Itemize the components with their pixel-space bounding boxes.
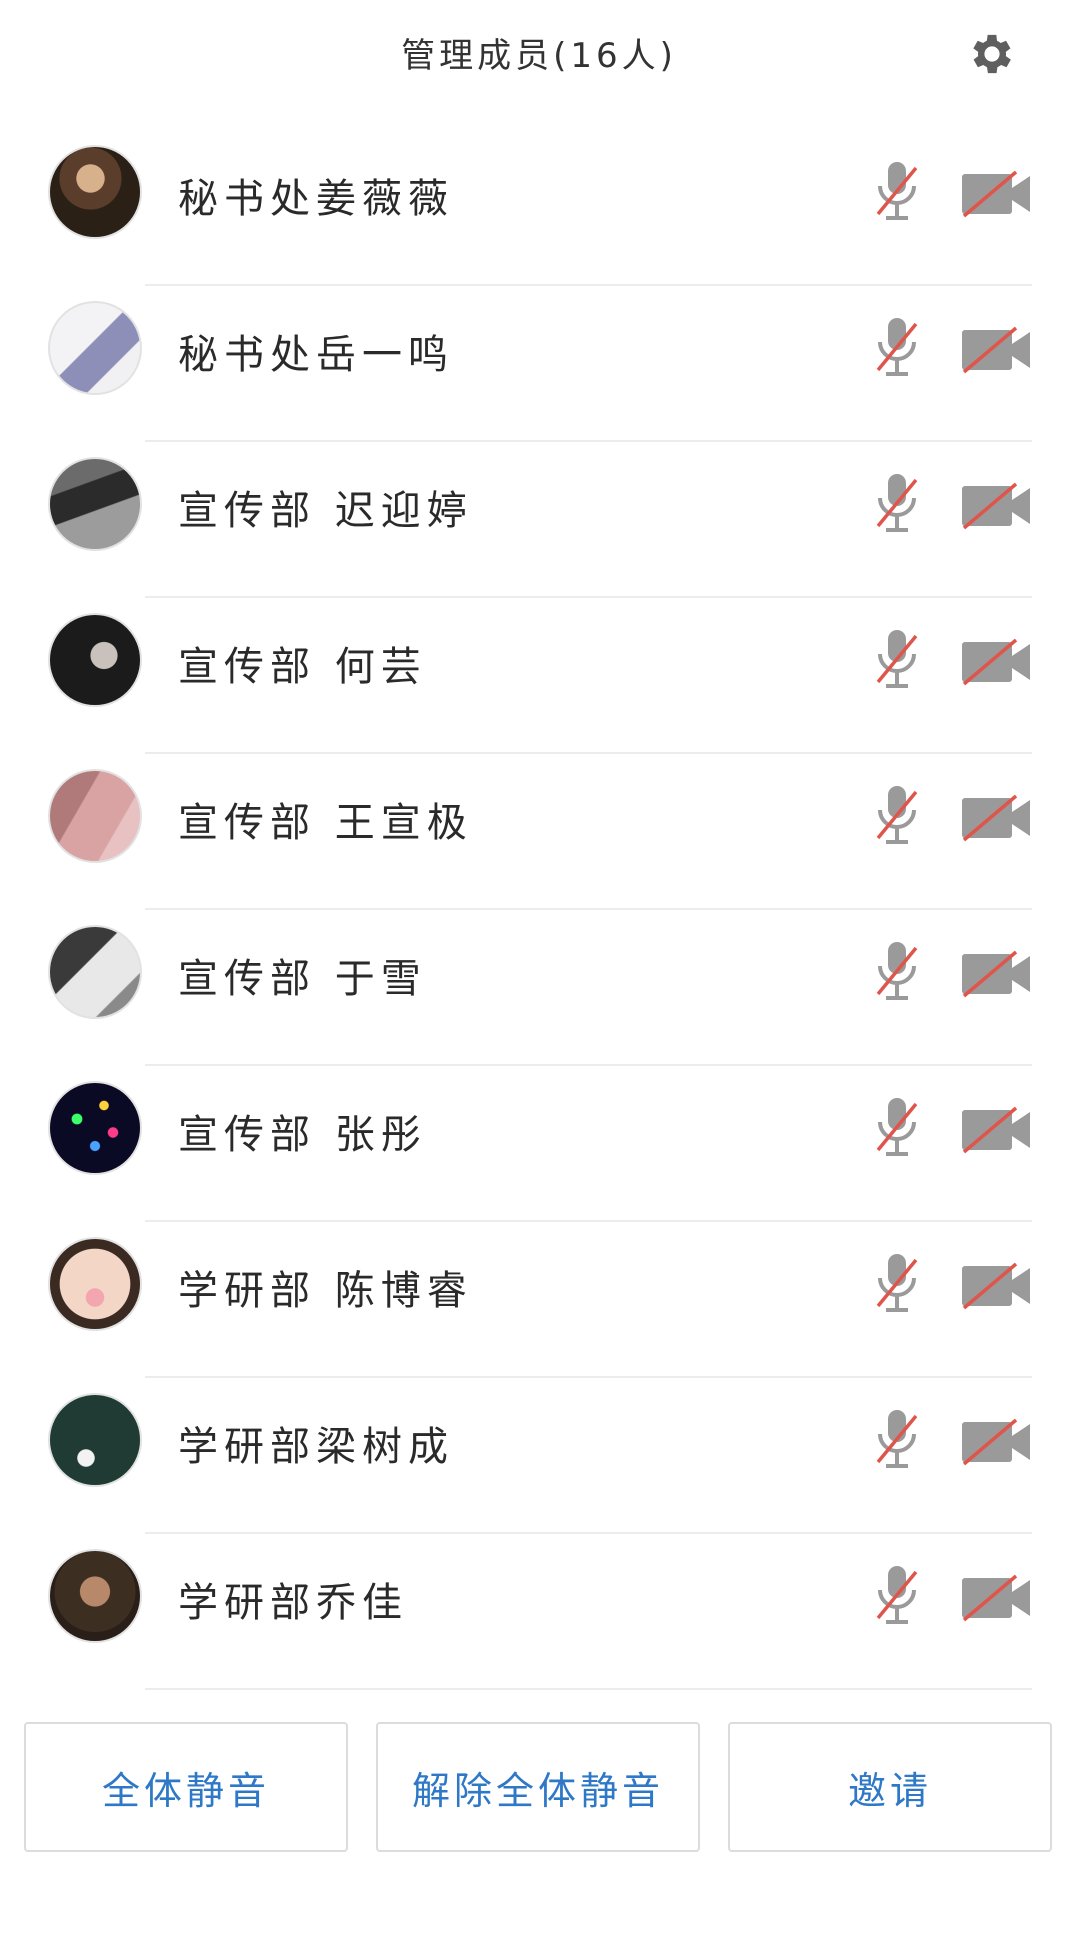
- avatar[interactable]: [48, 1393, 142, 1487]
- member-row[interactable]: 宣传部 于雪: [0, 910, 1078, 1066]
- camera-off-icon[interactable]: [960, 794, 1032, 842]
- mic-muted-icon[interactable]: [872, 1094, 922, 1160]
- mic-muted-icon[interactable]: [872, 782, 922, 848]
- member-name: 宣传部 于雪: [178, 956, 427, 1002]
- camera-off-icon[interactable]: [960, 170, 1032, 218]
- member-name: 秘书处姜薇薇: [178, 176, 454, 222]
- member-row[interactable]: 秘书处姜薇薇: [0, 130, 1078, 286]
- camera-off-icon[interactable]: [960, 326, 1032, 374]
- member-list: 秘书处姜薇薇 秘书处岳一鸣 宣传部 迟迎婷 宣传部 何芸 宣传部 王宣极 宣传部…: [0, 130, 1078, 1690]
- camera-off-icon[interactable]: [960, 1574, 1032, 1622]
- mic-muted-icon[interactable]: [872, 314, 922, 380]
- camera-off-icon[interactable]: [960, 950, 1032, 998]
- avatar[interactable]: [48, 301, 142, 395]
- avatar[interactable]: [48, 145, 142, 239]
- mic-muted-icon[interactable]: [872, 470, 922, 536]
- camera-off-icon[interactable]: [960, 1262, 1032, 1310]
- mute-all-button[interactable]: 全体静音: [24, 1722, 348, 1852]
- mic-muted-icon[interactable]: [872, 1250, 922, 1316]
- member-name: 学研部 陈博睿: [178, 1268, 473, 1314]
- camera-off-icon[interactable]: [960, 1106, 1032, 1154]
- member-row[interactable]: 学研部乔佳: [0, 1534, 1078, 1690]
- member-name: 学研部梁树成: [178, 1424, 454, 1470]
- camera-off-icon[interactable]: [960, 1418, 1032, 1466]
- avatar[interactable]: [48, 1549, 142, 1643]
- camera-off-icon[interactable]: [960, 638, 1032, 686]
- member-name: 学研部乔佳: [178, 1580, 408, 1626]
- member-row[interactable]: 秘书处岳一鸣: [0, 286, 1078, 442]
- member-name: 宣传部 王宣极: [178, 800, 473, 846]
- action-bar: 全体静音 解除全体静音 邀请: [24, 1722, 1058, 1854]
- member-row[interactable]: 宣传部 何芸: [0, 598, 1078, 754]
- member-name: 宣传部 迟迎婷: [178, 488, 473, 534]
- member-row[interactable]: 学研部梁树成: [0, 1378, 1078, 1534]
- mic-muted-icon[interactable]: [872, 1562, 922, 1628]
- member-row[interactable]: 宣传部 王宣极: [0, 754, 1078, 910]
- camera-off-icon[interactable]: [960, 482, 1032, 530]
- page-title: 管理成员(16人): [401, 36, 677, 76]
- mic-muted-icon[interactable]: [872, 158, 922, 224]
- mic-muted-icon[interactable]: [872, 1406, 922, 1472]
- member-row[interactable]: 学研部 陈博睿: [0, 1222, 1078, 1378]
- member-row[interactable]: 宣传部 张彤: [0, 1066, 1078, 1222]
- member-row[interactable]: 宣传部 迟迎婷: [0, 442, 1078, 598]
- avatar[interactable]: [48, 925, 142, 1019]
- divider: [145, 1688, 1032, 1690]
- avatar[interactable]: [48, 457, 142, 551]
- avatar[interactable]: [48, 1237, 142, 1331]
- avatar[interactable]: [48, 769, 142, 863]
- avatar[interactable]: [48, 1081, 142, 1175]
- gear-icon[interactable]: [966, 28, 1018, 80]
- header: 管理成员(16人): [0, 0, 1078, 110]
- member-name: 宣传部 何芸: [178, 644, 427, 690]
- invite-button[interactable]: 邀请: [728, 1722, 1052, 1852]
- unmute-all-button[interactable]: 解除全体静音: [376, 1722, 700, 1852]
- avatar[interactable]: [48, 613, 142, 707]
- mic-muted-icon[interactable]: [872, 626, 922, 692]
- member-name: 秘书处岳一鸣: [178, 332, 454, 378]
- mic-muted-icon[interactable]: [872, 938, 922, 1004]
- member-name: 宣传部 张彤: [178, 1112, 427, 1158]
